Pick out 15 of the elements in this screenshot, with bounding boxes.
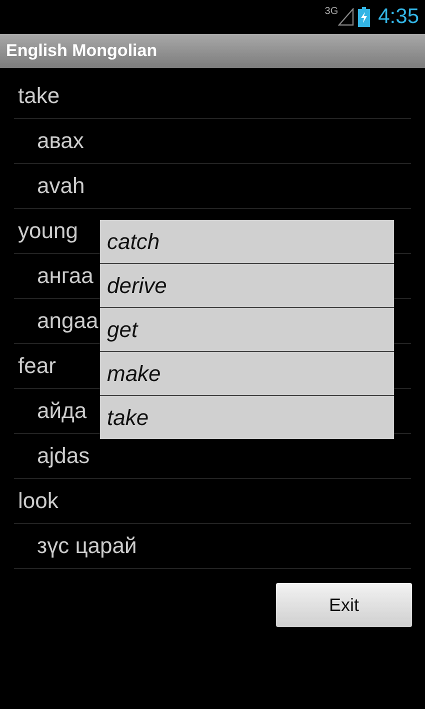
- list-item[interactable]: авах: [14, 119, 411, 164]
- menu-item[interactable]: derive: [100, 264, 394, 308]
- menu-item[interactable]: make: [100, 352, 394, 396]
- exit-button[interactable]: Exit: [276, 583, 412, 627]
- signal-icon: [338, 8, 354, 26]
- network-label: 3G: [324, 6, 338, 17]
- list-item[interactable]: зүс царай: [14, 524, 411, 569]
- list-item[interactable]: look: [14, 479, 411, 524]
- battery-icon: [358, 7, 370, 27]
- list-item[interactable]: take: [14, 74, 411, 119]
- menu-item[interactable]: catch: [100, 220, 394, 264]
- menu-item[interactable]: get: [100, 308, 394, 352]
- app-title: English Mongolian: [6, 41, 158, 61]
- list-item[interactable]: avah: [14, 164, 411, 209]
- clock: 4:35: [378, 5, 419, 29]
